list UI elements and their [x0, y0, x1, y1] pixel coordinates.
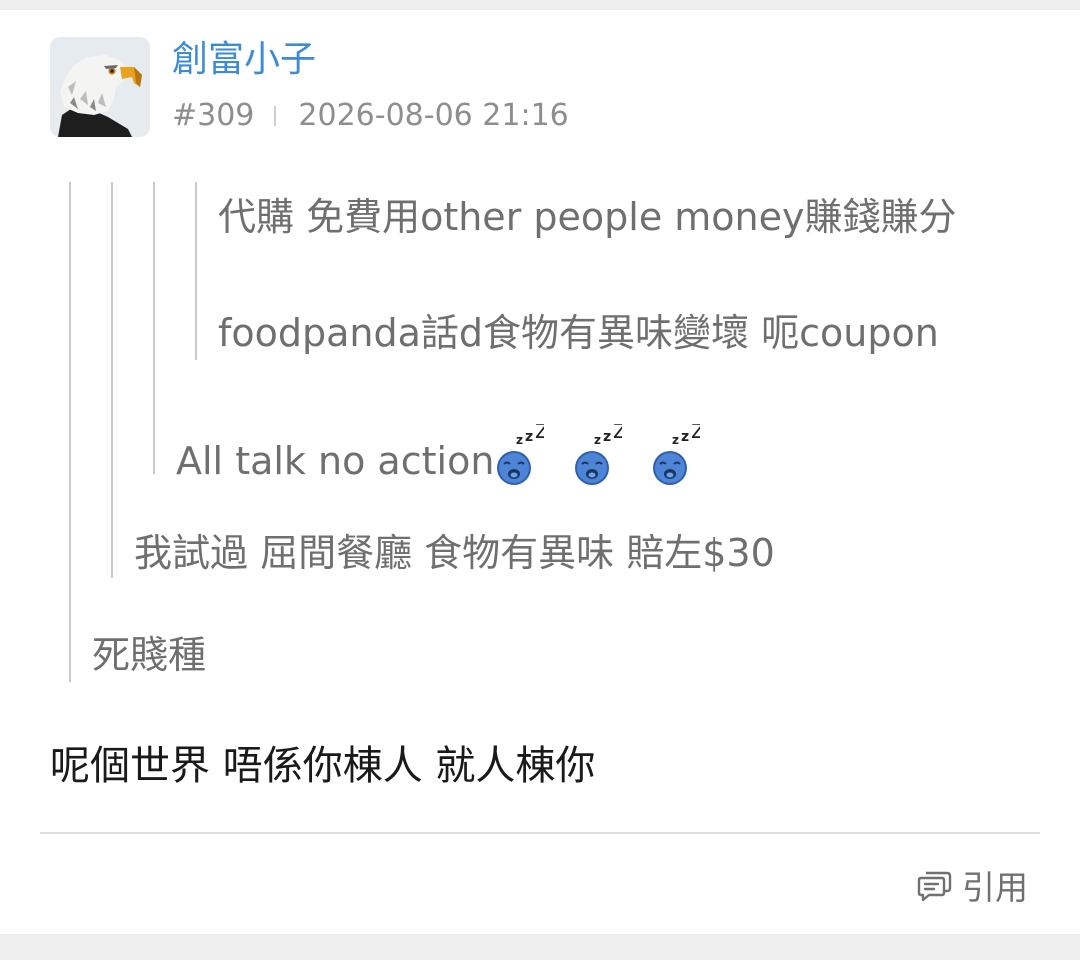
post-card: 創富小子 #309 2026-08-06 21:16 代購 免費用other p…	[0, 10, 1080, 934]
divider	[40, 832, 1040, 834]
quote-line-level2	[111, 182, 113, 578]
sleeping-zzz-icon: z z Z	[650, 419, 705, 486]
quote-level4-line2: foodpanda話d食物有異味變壞 呃coupon	[218, 311, 939, 355]
svg-text:z: z	[603, 429, 611, 445]
quote-line-level4	[195, 182, 197, 360]
quote-line-level3	[153, 182, 155, 474]
svg-text:z: z	[681, 429, 689, 445]
quote-button-label: 引用	[962, 868, 1028, 907]
meta-separator	[274, 106, 277, 126]
svg-text:Z: Z	[613, 424, 622, 443]
sleeping-zzz-icon: z z Z	[572, 419, 627, 486]
svg-text:z: z	[525, 429, 533, 445]
post-timestamp: 2026-08-06 21:16	[298, 98, 569, 133]
quote-level3-text: All talk no action	[176, 439, 495, 483]
username[interactable]: 創富小子	[172, 38, 316, 82]
quote-line-level1	[69, 182, 71, 682]
post-number: #309	[172, 98, 255, 133]
sleeping-emoji-group: z z Z z z Z z z Z	[494, 419, 705, 486]
svg-text:Z: Z	[535, 424, 544, 443]
reply-body: 呢個世界 唔係你棟人 就人棟你	[50, 743, 596, 789]
svg-text:Z: Z	[691, 424, 700, 443]
quote-level4-line1: 代購 免費用other people money賺錢賺分	[218, 195, 957, 239]
quote-level3: All talk no action z z Z z z Z z z Z	[176, 419, 705, 486]
quote-level1: 死賤種	[92, 633, 207, 677]
svg-text:z: z	[594, 433, 601, 447]
quote-button[interactable]: 引用	[916, 868, 1028, 908]
eagle-avatar-icon[interactable]	[50, 37, 150, 137]
svg-text:z: z	[516, 433, 523, 447]
sleeping-zzz-icon: z z Z	[494, 419, 549, 486]
post-meta: #309 2026-08-06 21:16	[172, 96, 569, 136]
quote-level2: 我試過 屈間餐廳 食物有異味 賠左$30	[134, 531, 775, 575]
svg-text:z: z	[672, 433, 679, 447]
quote-chat-icon	[916, 870, 952, 906]
